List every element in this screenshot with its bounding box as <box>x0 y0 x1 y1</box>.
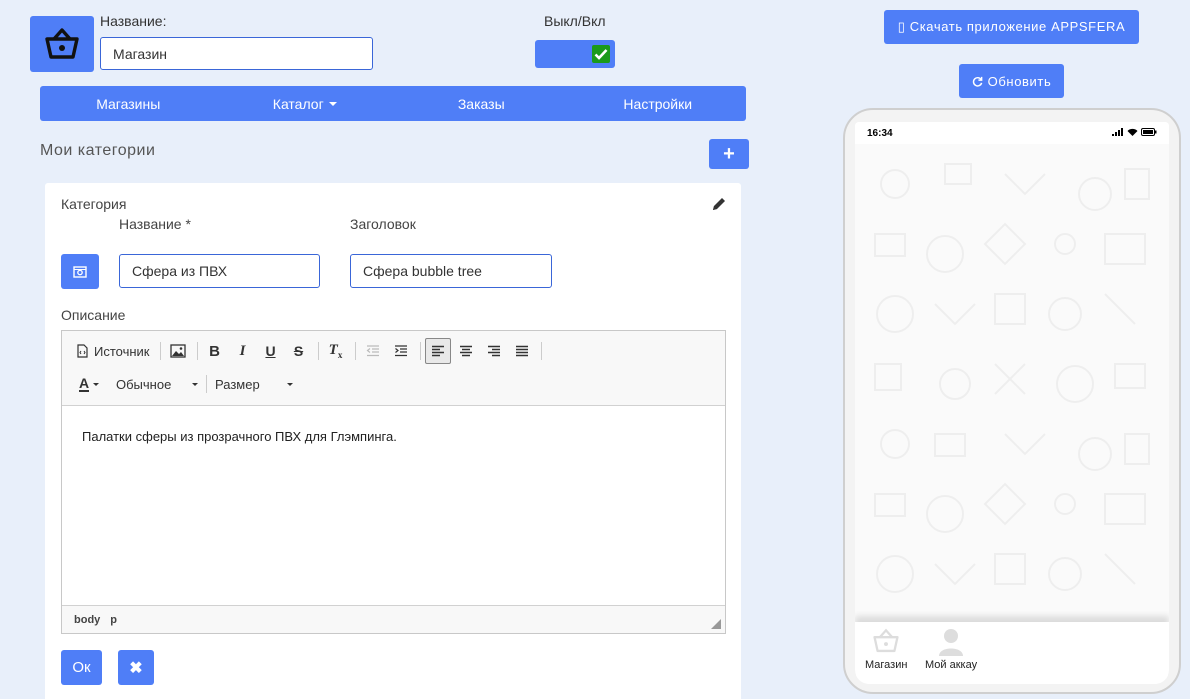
italic-button[interactable]: I <box>230 338 256 364</box>
indent-button[interactable] <box>388 338 414 364</box>
toolbar-separator <box>196 342 198 360</box>
section-title: Мои категории <box>40 142 156 159</box>
download-app-button[interactable]: ▯ Скачать приложение APPSFERA <box>884 10 1139 44</box>
doodle-background <box>874 163 1150 593</box>
align-right-icon <box>487 345 500 357</box>
bold-button[interactable]: B <box>202 338 228 364</box>
caret-down-icon <box>287 382 293 386</box>
shop-name-input[interactable] <box>100 37 373 70</box>
outdent-icon <box>366 345 379 357</box>
underline-icon: U <box>265 343 276 359</box>
nav-item-shops[interactable]: Магазины <box>40 86 217 121</box>
format-select[interactable]: Обычное <box>112 371 202 397</box>
description-label: Описание <box>61 307 126 323</box>
resize-handle-icon[interactable] <box>711 619 721 629</box>
image-upload-button[interactable] <box>61 254 99 289</box>
toolbar-separator <box>206 375 207 393</box>
name-field-label: Название * <box>119 216 191 232</box>
heading-field-label: Заголовок <box>350 216 416 232</box>
source-icon <box>77 344 88 358</box>
category-heading-input[interactable] <box>350 254 552 288</box>
caret-down-icon <box>192 382 198 386</box>
align-justify-button[interactable] <box>509 338 535 364</box>
text-color-button[interactable]: A <box>72 371 106 397</box>
signal-icon <box>1112 127 1124 136</box>
category-name-input[interactable] <box>119 254 320 288</box>
status-bar: 16:34 <box>855 122 1169 144</box>
align-right-button[interactable] <box>481 338 507 364</box>
phone-screen: 16:34 Магазин Мой аккау <box>855 122 1169 684</box>
logo <box>30 16 94 72</box>
status-icons <box>1112 127 1157 139</box>
align-justify-icon <box>515 345 528 357</box>
strikethrough-icon: S <box>293 343 304 359</box>
caret-down-icon <box>328 101 337 106</box>
toolbar-separator <box>159 342 161 360</box>
font-size-select[interactable]: Размер <box>211 371 297 397</box>
clear-format-icon: Tx <box>328 342 343 360</box>
align-center-button[interactable] <box>453 338 479 364</box>
align-center-icon <box>459 345 472 357</box>
refresh-icon <box>972 76 983 87</box>
path-p[interactable]: p <box>110 614 117 626</box>
toolbar-separator <box>419 342 421 360</box>
path-body[interactable]: body <box>74 614 100 626</box>
nav-item-settings[interactable]: Настройки <box>570 86 747 121</box>
basket-icon <box>45 28 79 59</box>
phone-tabbar: Магазин Мой аккаунт <box>855 622 1169 684</box>
strike-button[interactable]: S <box>286 338 312 364</box>
image-icon <box>73 265 87 278</box>
insert-image-button[interactable] <box>165 338 191 364</box>
remove-format-button[interactable]: Tx <box>323 338 349 364</box>
text-color-icon: A <box>78 374 90 392</box>
battery-icon <box>1141 127 1157 136</box>
main-nav: Магазины Каталог Заказы Настройки <box>40 86 746 121</box>
toolbar-separator <box>317 342 319 360</box>
caret-down-icon <box>93 382 100 386</box>
toolbar-separator <box>540 342 542 360</box>
category-card: Категория Название * Заголовок Описание … <box>45 183 741 699</box>
cancel-button[interactable]: ✖ <box>118 650 154 685</box>
rich-text-editor: Источник B I U S Tx A Обычное Размер Пал… <box>61 330 726 634</box>
tab-shop[interactable]: Магазин <box>865 628 907 671</box>
pencil-icon[interactable] <box>711 196 727 212</box>
source-button[interactable]: Источник <box>72 338 154 364</box>
ok-button[interactable]: Ок <box>61 650 102 685</box>
nav-item-orders[interactable]: Заказы <box>393 86 570 121</box>
editor-toolbar: Источник B I U S Tx A Обычное Размер <box>62 331 725 406</box>
align-left-icon <box>431 345 444 357</box>
align-left-button[interactable] <box>424 338 451 364</box>
basket-icon <box>873 628 899 653</box>
shop-toggle[interactable] <box>535 40 615 68</box>
outdent-button[interactable] <box>360 338 386 364</box>
toggle-label: Выкл/Вкл <box>544 13 606 29</box>
user-icon <box>939 629 963 656</box>
picture-icon <box>169 344 186 358</box>
indent-icon <box>394 345 407 357</box>
element-path: body p <box>62 605 725 633</box>
phone-preview: 16:34 Магазин Мой аккау <box>843 108 1181 694</box>
check-icon <box>592 45 610 63</box>
status-time: 16:34 <box>867 127 893 139</box>
tab-account[interactable]: Мой аккаунт <box>925 628 977 671</box>
refresh-button[interactable]: Обновить <box>959 64 1064 98</box>
editor-content[interactable]: Палатки сферы из прозрачного ПВХ для Глэ… <box>82 429 397 444</box>
nav-item-catalog[interactable]: Каталог <box>217 86 394 121</box>
italic-icon: I <box>239 342 246 359</box>
add-category-button[interactable]: + <box>709 139 749 169</box>
wifi-icon <box>1127 128 1138 136</box>
toolbar-separator <box>354 342 356 360</box>
card-label: Категория <box>61 196 127 212</box>
underline-button[interactable]: U <box>258 338 284 364</box>
shop-name-label: Название: <box>100 13 167 29</box>
bold-icon: B <box>209 342 220 360</box>
